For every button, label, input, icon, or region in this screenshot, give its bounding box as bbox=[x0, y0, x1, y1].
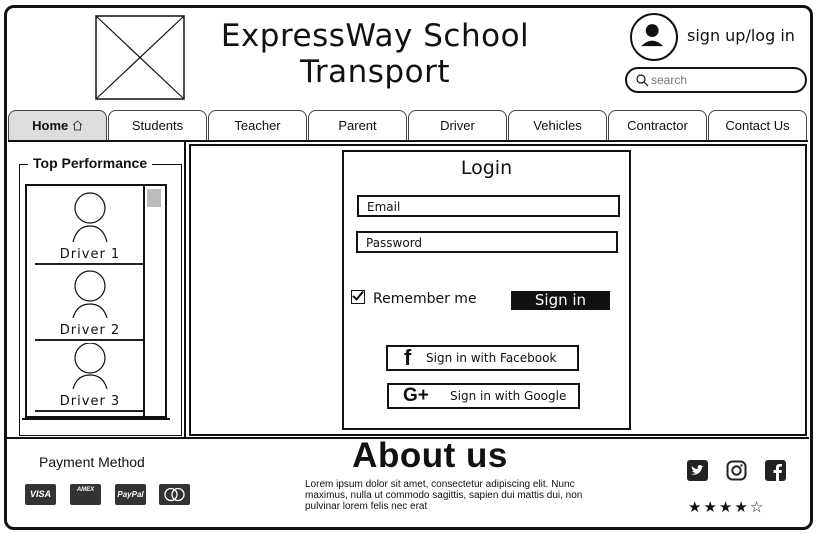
tab-label: Teacher bbox=[234, 118, 281, 133]
google-signin-label: Sign in with Google bbox=[450, 389, 567, 403]
divider bbox=[35, 410, 145, 412]
remember-me-checkbox[interactable]: Remember me bbox=[351, 290, 477, 307]
mastercard-logo bbox=[164, 487, 185, 502]
facebook-icon: f bbox=[404, 345, 412, 370]
amex-label: AMEX bbox=[76, 487, 95, 493]
facebook-signin-button[interactable]: f Sign in with Facebook bbox=[386, 345, 579, 371]
list-item[interactable]: Driver 3 bbox=[35, 342, 145, 412]
password-placeholder: Password bbox=[366, 236, 423, 250]
driver-name: Driver 3 bbox=[59, 394, 121, 409]
star-icon[interactable]: ★ bbox=[719, 499, 734, 516]
scrollbar[interactable] bbox=[143, 186, 163, 416]
tab-label: Parent bbox=[338, 118, 377, 133]
signup-login-link[interactable]: sign up/log in bbox=[687, 26, 795, 45]
email-placeholder: Email bbox=[367, 200, 401, 214]
tab-contact-us[interactable]: Contact Us bbox=[708, 110, 807, 140]
list-item[interactable]: Driver 2 bbox=[35, 270, 145, 341]
tab-contractor[interactable]: Contractor bbox=[608, 110, 707, 140]
paypal-card-icon: PayPal bbox=[115, 484, 146, 505]
tab-label: Contact Us bbox=[725, 118, 790, 133]
tab-parent[interactable]: Parent bbox=[308, 110, 407, 140]
driver-list[interactable]: Driver 1 Driver 2 Driver 3 bbox=[25, 184, 167, 418]
tab-home[interactable]: Home bbox=[8, 110, 107, 140]
google-signin-button[interactable]: G+ Sign in with Google bbox=[387, 383, 580, 409]
divider bbox=[35, 263, 145, 265]
star-icon[interactable]: ☆ bbox=[750, 499, 765, 516]
star-icon[interactable]: ★ bbox=[734, 499, 749, 516]
title-line-2: Transport bbox=[300, 54, 450, 90]
driver-name: Driver 1 bbox=[59, 247, 121, 262]
instagram-icon[interactable] bbox=[726, 460, 747, 481]
scrollbar-thumb[interactable] bbox=[147, 189, 161, 207]
remember-me-label: Remember me bbox=[373, 291, 477, 307]
facebook-signin-label: Sign in with Facebook bbox=[426, 351, 557, 365]
tab-label: Driver bbox=[440, 118, 475, 133]
tab-label: Students bbox=[131, 118, 184, 133]
divider bbox=[35, 339, 145, 341]
rating-stars[interactable]: ★★★★☆ bbox=[688, 498, 765, 516]
driver-avatar-icon bbox=[72, 270, 108, 319]
main-nav: Home Students Teacher Parent Driver Vehi… bbox=[8, 110, 810, 140]
top-performance-title: Top Performance bbox=[28, 155, 153, 171]
list-item[interactable]: Driver 1 bbox=[35, 190, 145, 265]
tab-label: Home bbox=[32, 118, 69, 133]
checkbox-icon bbox=[351, 290, 365, 304]
sign-in-button[interactable]: Sign in bbox=[511, 291, 610, 310]
star-icon[interactable]: ★ bbox=[688, 499, 703, 516]
driver-name: Driver 2 bbox=[59, 323, 121, 338]
page-title: ExpressWay School Transport bbox=[205, 18, 545, 90]
facebook-icon[interactable] bbox=[765, 460, 786, 481]
title-line-1: ExpressWay School bbox=[220, 18, 530, 54]
payment-method-title: Payment Method bbox=[39, 454, 145, 470]
password-field[interactable]: Password bbox=[356, 231, 618, 253]
tab-label: Vehicles bbox=[533, 118, 582, 133]
search-icon bbox=[636, 74, 649, 87]
amex-card-icon: AMEX bbox=[70, 484, 101, 505]
email-field[interactable]: Email bbox=[357, 195, 620, 217]
twitter-icon[interactable] bbox=[687, 460, 708, 481]
tab-teacher[interactable]: Teacher bbox=[208, 110, 307, 140]
driver-avatar-icon bbox=[72, 192, 108, 243]
tab-students[interactable]: Students bbox=[108, 110, 207, 140]
star-icon[interactable]: ★ bbox=[703, 499, 718, 516]
about-us-title: About us bbox=[352, 436, 508, 475]
tab-label: Contractor bbox=[627, 118, 688, 133]
divider bbox=[22, 418, 170, 420]
image-placeholder-icon bbox=[95, 15, 185, 100]
user-avatar-icon[interactable] bbox=[630, 13, 678, 61]
tab-vehicles[interactable]: Vehicles bbox=[508, 110, 607, 140]
google-plus-icon: G+ bbox=[403, 385, 429, 406]
home-icon bbox=[72, 120, 83, 131]
about-us-text: Lorem ipsum dolor sit amet, consectetur … bbox=[305, 479, 583, 512]
search-input[interactable] bbox=[651, 71, 796, 89]
visa-card-icon: VISA bbox=[25, 484, 56, 505]
mastercard-icon bbox=[159, 484, 190, 505]
driver-avatar-icon bbox=[72, 342, 108, 390]
search-box[interactable] bbox=[625, 67, 807, 93]
login-title: Login bbox=[460, 157, 513, 179]
tab-driver[interactable]: Driver bbox=[408, 110, 507, 140]
